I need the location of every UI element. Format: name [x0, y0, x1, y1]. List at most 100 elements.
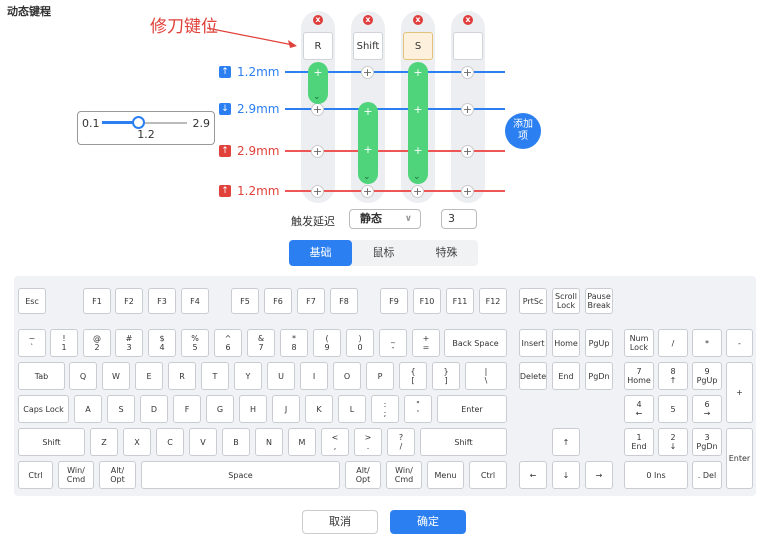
key[interactable]: O — [333, 362, 361, 390]
key[interactable]: 7 Home — [624, 362, 654, 390]
key[interactable]: F2 — [115, 288, 143, 314]
key[interactable]: 2 ↓ — [658, 428, 688, 456]
key[interactable]: T — [201, 362, 229, 390]
key[interactable]: > . — [354, 428, 382, 456]
key[interactable]: U — [267, 362, 295, 390]
key[interactable]: ↓ — [552, 461, 580, 489]
key[interactable]: * 8 — [280, 329, 308, 357]
key[interactable]: * — [692, 329, 722, 357]
key[interactable]: F1 — [83, 288, 111, 314]
key[interactable]: Z — [90, 428, 118, 456]
key[interactable]: W — [102, 362, 130, 390]
add-point-icon[interactable]: + — [461, 185, 474, 198]
add-point-icon[interactable]: + — [461, 66, 474, 79]
key[interactable]: Alt/ Opt — [345, 461, 381, 489]
key[interactable]: } ] — [432, 362, 460, 390]
key[interactable]: 6 → — [692, 395, 722, 423]
key-slot-selected[interactable]: S — [403, 32, 433, 60]
trigger-bar[interactable]: + + ⌄ — [358, 102, 378, 184]
key[interactable]: 0 Ins — [624, 461, 688, 489]
key[interactable]: - — [726, 329, 753, 357]
key[interactable]: N — [255, 428, 283, 456]
key[interactable]: F4 — [181, 288, 209, 314]
remove-icon[interactable]: x — [313, 15, 323, 25]
key[interactable]: Num Lock — [624, 329, 654, 357]
remove-icon[interactable]: x — [413, 15, 423, 25]
key[interactable]: F7 — [297, 288, 325, 314]
key[interactable]: X — [123, 428, 151, 456]
key[interactable]: Enter — [437, 395, 507, 423]
key[interactable]: % 5 — [181, 329, 209, 357]
key[interactable]: Ctrl — [469, 461, 507, 489]
trigger-bar[interactable]: + ⌄ — [308, 62, 328, 104]
key[interactable]: Win/ Cmd — [386, 461, 422, 489]
key[interactable]: B — [222, 428, 250, 456]
key[interactable]: F11 — [446, 288, 474, 314]
key[interactable]: K — [305, 395, 333, 423]
key[interactable]: Y — [234, 362, 262, 390]
key[interactable]: End — [552, 362, 580, 390]
key[interactable]: P — [366, 362, 394, 390]
key[interactable]: 5 — [658, 395, 688, 423]
key[interactable]: Esc — [18, 288, 46, 314]
key[interactable]: : ; — [371, 395, 399, 423]
key[interactable]: ↑ — [552, 428, 580, 456]
key[interactable]: PrtSc — [519, 288, 547, 314]
key[interactable]: F3 — [148, 288, 176, 314]
key[interactable]: Delete — [519, 362, 547, 390]
remove-icon[interactable]: x — [363, 15, 373, 25]
key[interactable]: $ 4 — [148, 329, 176, 357]
key[interactable]: J — [272, 395, 300, 423]
key[interactable]: Insert — [519, 329, 547, 357]
trigger-bar[interactable]: + + + ⌄ — [408, 62, 428, 184]
key[interactable]: Scroll Lock — [552, 288, 580, 314]
add-point-icon[interactable]: + — [311, 145, 324, 158]
key[interactable]: M — [288, 428, 316, 456]
key[interactable]: Back Space — [444, 329, 507, 357]
key[interactable]: G — [206, 395, 234, 423]
key[interactable]: D — [140, 395, 168, 423]
delay-mode-select[interactable]: 静态 ∨ — [349, 209, 421, 229]
key[interactable]: " ' — [404, 395, 432, 423]
key[interactable]: . Del — [692, 461, 722, 489]
key[interactable]: F — [173, 395, 201, 423]
confirm-button[interactable]: 确定 — [390, 510, 466, 534]
key[interactable]: / — [658, 329, 688, 357]
key[interactable]: S — [107, 395, 135, 423]
travel-range-slider[interactable]: 0.1 2.9 1.2 — [77, 111, 215, 145]
key[interactable]: 3 PgDn — [692, 428, 722, 456]
key[interactable]: < , — [321, 428, 349, 456]
key[interactable]: + — [726, 362, 753, 423]
key[interactable]: R — [168, 362, 196, 390]
key[interactable]: Menu — [427, 461, 464, 489]
add-point-icon[interactable]: + — [311, 185, 324, 198]
add-point-icon[interactable]: + — [361, 66, 374, 79]
key[interactable]: ~ ` — [18, 329, 46, 357]
key[interactable]: ? / — [387, 428, 415, 456]
add-point-icon[interactable]: + — [461, 103, 474, 116]
key[interactable]: V — [189, 428, 217, 456]
key[interactable]: + = — [412, 329, 440, 357]
key[interactable]: F6 — [264, 288, 292, 314]
key[interactable]: PgUp — [585, 329, 613, 357]
key[interactable]: Enter — [726, 428, 753, 489]
key[interactable]: I — [300, 362, 328, 390]
key[interactable]: # 3 — [115, 329, 143, 357]
key[interactable]: & 7 — [247, 329, 275, 357]
key[interactable]: Space — [141, 461, 340, 489]
key[interactable]: Alt/ Opt — [99, 461, 136, 489]
add-point-icon[interactable]: + — [311, 103, 324, 116]
key[interactable]: ( 9 — [313, 329, 341, 357]
key[interactable]: Home — [552, 329, 580, 357]
key[interactable]: ! 1 — [50, 329, 78, 357]
tab-special[interactable]: 特殊 — [415, 240, 478, 266]
key-slot[interactable]: Shift — [353, 32, 383, 60]
add-point-icon[interactable]: + — [411, 185, 424, 198]
key[interactable]: 4 ← — [624, 395, 654, 423]
key[interactable]: F10 — [413, 288, 441, 314]
key[interactable]: ) 0 — [346, 329, 374, 357]
key[interactable]: Ctrl — [18, 461, 53, 489]
key[interactable]: → — [585, 461, 613, 489]
delay-value-input[interactable]: 3 — [441, 209, 477, 229]
cancel-button[interactable]: 取消 — [302, 510, 378, 534]
